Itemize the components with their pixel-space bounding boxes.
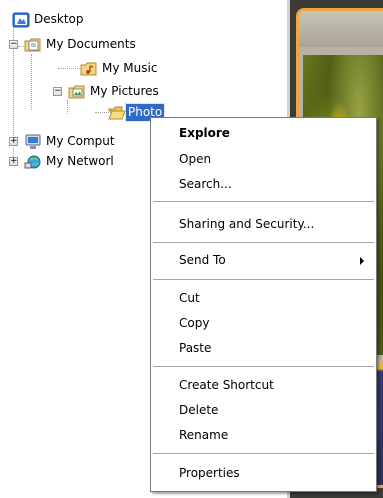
- menu-item-send-to[interactable]: Send To: [153, 249, 374, 271]
- submenu-arrow-icon: [360, 257, 364, 265]
- explorer-window: Desktop − My Documents My Music − My Pic…: [0, 0, 383, 498]
- tree-item-label: My Music: [102, 61, 158, 75]
- menu-separator: [153, 201, 374, 202]
- tree-item-desktop[interactable]: Desktop: [0, 10, 286, 30]
- menu-separator: [153, 242, 374, 243]
- menu-item-open[interactable]: Open: [153, 148, 374, 170]
- tree-item-my-documents[interactable]: − My Documents: [0, 35, 286, 55]
- menu-item-copy[interactable]: Copy: [153, 312, 374, 334]
- menu-item-explore[interactable]: Explore: [153, 122, 374, 144]
- tree-item-label: My Networl: [46, 154, 114, 168]
- menu-item-rename[interactable]: Rename: [153, 424, 374, 446]
- menu-item-properties[interactable]: Properties: [153, 462, 374, 484]
- network-places-icon: [24, 154, 42, 170]
- menu-separator: [153, 279, 374, 280]
- collapse-toggle[interactable]: −: [53, 87, 62, 96]
- expand-toggle[interactable]: +: [9, 137, 18, 146]
- menu-item-label: Send To: [179, 253, 226, 267]
- tree-item-my-pictures[interactable]: − My Pictures: [0, 82, 286, 102]
- context-menu: Explore Open Search... Sharing and Secur…: [150, 117, 377, 492]
- menu-item-sharing-and-security[interactable]: Sharing and Security...: [153, 213, 374, 235]
- menu-item-paste[interactable]: Paste: [153, 337, 374, 359]
- documents-folder-icon: [24, 37, 42, 53]
- tree-item-label: My Comput: [46, 134, 115, 148]
- tree-item-label: Desktop: [34, 12, 84, 26]
- tree-item-label: My Pictures: [90, 84, 159, 98]
- collapse-toggle[interactable]: −: [9, 40, 18, 49]
- menu-item-create-shortcut[interactable]: Create Shortcut: [153, 374, 374, 396]
- menu-item-search[interactable]: Search...: [153, 173, 374, 195]
- music-folder-icon: [80, 61, 98, 77]
- tree-item-my-music[interactable]: My Music: [0, 59, 286, 79]
- thumbnail-header: [299, 11, 383, 47]
- computer-icon: [24, 134, 42, 150]
- desktop-icon: [12, 12, 30, 28]
- tree-item-label: My Documents: [46, 37, 136, 51]
- menu-item-cut[interactable]: Cut: [153, 287, 374, 309]
- menu-separator: [153, 453, 374, 454]
- expand-toggle[interactable]: +: [9, 157, 18, 166]
- open-folder-icon: [108, 105, 126, 121]
- pictures-folder-icon: [68, 84, 86, 100]
- menu-item-delete[interactable]: Delete: [153, 399, 374, 421]
- menu-separator: [153, 366, 374, 367]
